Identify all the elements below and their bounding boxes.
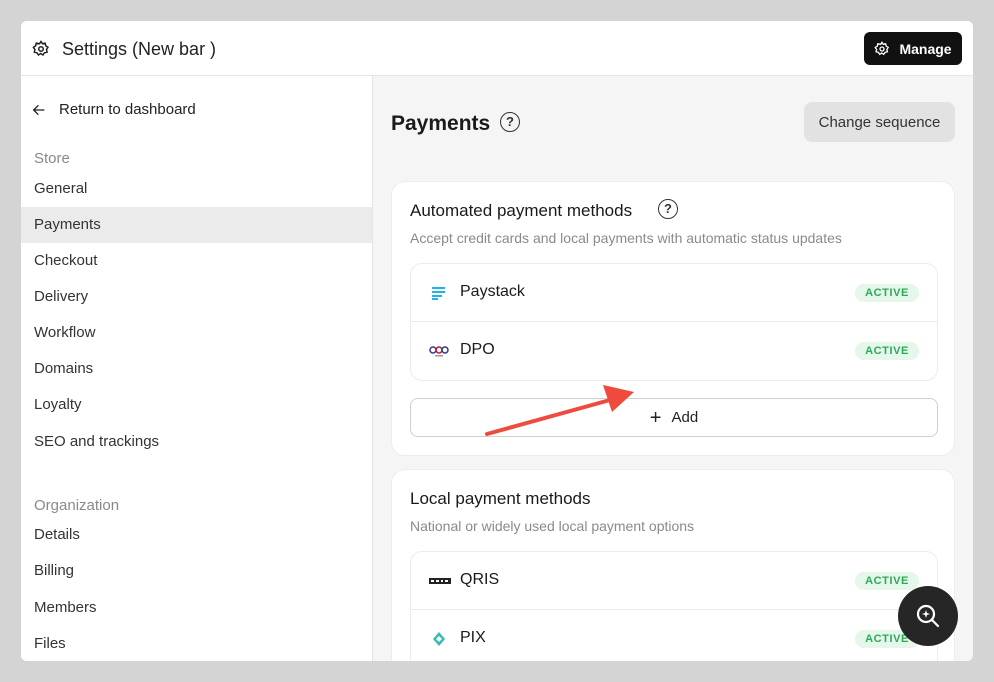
pix-logo-icon — [433, 632, 445, 646]
add-payment-method-button[interactable]: + Add — [410, 398, 938, 437]
main-content: Payments ? Change sequence Automated pay… — [373, 76, 973, 661]
status-badge: ACTIVE — [855, 342, 919, 360]
automated-methods-card: Automated payment methods ? Accept credi… — [391, 181, 955, 456]
method-name: PIX — [460, 629, 486, 646]
plus-icon: + — [649, 406, 662, 429]
local-methods-list: QRIS ACTIVE PIX ACTIVE — [410, 551, 938, 661]
method-name: Paystack — [460, 283, 525, 300]
settings-window: Settings (New bar ) Manage Return to das… — [21, 21, 973, 661]
manage-button[interactable]: Manage — [864, 32, 962, 65]
sidebar-item-loyalty[interactable]: Loyalty — [21, 387, 372, 423]
manage-label: Manage — [899, 40, 952, 57]
section-label-organization: Organization — [34, 497, 120, 514]
status-badge: ACTIVE — [855, 572, 919, 590]
return-to-dashboard-link[interactable]: Return to dashboard — [31, 101, 196, 118]
payments-heading: Payments — [391, 112, 491, 135]
arrow-left-icon — [32, 104, 45, 115]
method-name: QRIS — [460, 571, 500, 588]
sidebar-item-payments[interactable]: Payments — [21, 207, 372, 243]
list-item[interactable]: Paystack ACTIVE — [411, 264, 937, 322]
local-methods-card: Local payment methods National or widely… — [391, 469, 955, 661]
list-item[interactable]: PIX ACTIVE — [411, 610, 937, 661]
paystack-logo-icon — [432, 287, 445, 300]
card-title: Local payment methods — [410, 489, 591, 508]
sidebar-item-general[interactable]: General — [21, 171, 372, 207]
method-name: DPO — [460, 341, 495, 358]
sidebar-item-billing[interactable]: Billing — [21, 553, 372, 589]
help-icon[interactable]: ? — [500, 112, 520, 132]
gear-icon — [32, 40, 50, 57]
sidebar-item-members[interactable]: Members — [21, 590, 372, 626]
sidebar-item-details[interactable]: Details — [21, 517, 372, 553]
return-label: Return to dashboard — [59, 101, 196, 118]
add-label: Add — [671, 409, 699, 426]
dpo-logo-icon — [429, 346, 449, 357]
list-item[interactable]: QRIS ACTIVE — [411, 552, 937, 610]
sparkle-search-icon — [916, 604, 940, 628]
card-title: Automated payment methods — [410, 201, 633, 220]
card-subtitle: National or widely used local payment op… — [410, 518, 695, 534]
help-icon[interactable]: ? — [658, 199, 678, 219]
card-subtitle: Accept credit cards and local payments w… — [410, 230, 842, 246]
change-sequence-button[interactable]: Change sequence — [804, 102, 955, 142]
sidebar: Return to dashboard Store General Paymen… — [21, 76, 373, 661]
section-label-store: Store — [34, 150, 70, 167]
gear-icon — [874, 40, 890, 55]
page-title: Settings (New bar ) — [62, 39, 217, 59]
status-badge: ACTIVE — [855, 284, 919, 302]
sidebar-item-domains[interactable]: Domains — [21, 351, 372, 387]
sidebar-item-checkout[interactable]: Checkout — [21, 243, 372, 279]
sidebar-item-delivery[interactable]: Delivery — [21, 279, 372, 315]
sidebar-item-seo[interactable]: SEO and trackings — [21, 424, 372, 460]
ai-assistant-button[interactable] — [898, 586, 958, 646]
top-bar: Settings (New bar ) Manage — [21, 21, 973, 76]
sidebar-item-files[interactable]: Files — [21, 626, 372, 661]
sidebar-item-workflow[interactable]: Workflow — [21, 315, 372, 351]
qris-logo-icon — [429, 578, 451, 584]
list-item[interactable]: DPO ACTIVE — [411, 322, 937, 380]
automated-methods-list: Paystack ACTIVE DPO ACTIVE — [410, 263, 938, 381]
